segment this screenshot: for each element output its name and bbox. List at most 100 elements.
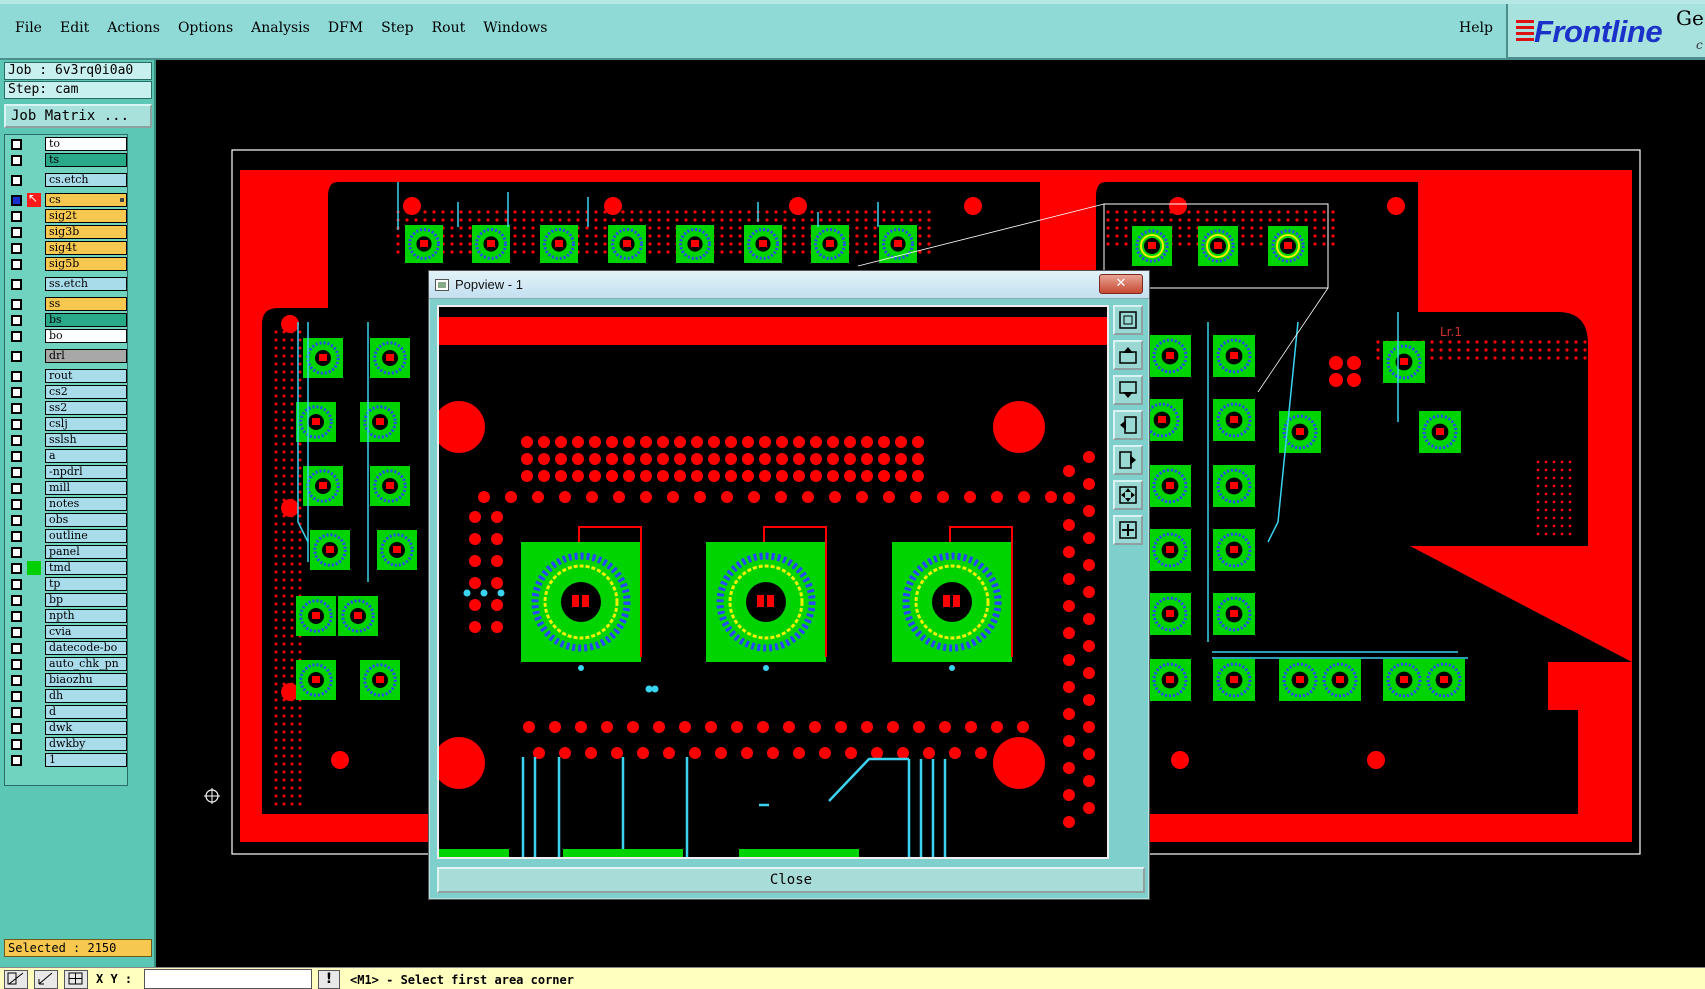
layer-row[interactable]: ss2: [7, 401, 127, 415]
layer-checkbox[interactable]: [11, 707, 22, 718]
layer-name[interactable]: sig5b: [45, 257, 127, 271]
layer-row[interactable]: obs: [7, 513, 127, 527]
measure-mode-icon[interactable]: [34, 970, 58, 989]
layer-checkbox[interactable]: [11, 351, 22, 362]
layer-checkbox[interactable]: [11, 595, 22, 606]
layer-name[interactable]: ss2: [45, 401, 127, 415]
layer-affected-marker[interactable]: [27, 465, 41, 479]
layer-affected-marker[interactable]: [27, 753, 41, 767]
layer-affected-marker[interactable]: [27, 721, 41, 735]
layer-row[interactable]: sslsh: [7, 433, 127, 447]
menu-edit[interactable]: Edit: [51, 20, 98, 36]
layer-row[interactable]: d: [7, 705, 127, 719]
layer-row[interactable]: auto_chk_pn: [7, 657, 127, 671]
layer-name[interactable]: dh: [45, 689, 127, 703]
layer-row[interactable]: cs2: [7, 385, 127, 399]
layer-row[interactable]: cs.etch: [7, 173, 127, 187]
layer-affected-marker[interactable]: [27, 641, 41, 655]
layer-row[interactable]: a: [7, 449, 127, 463]
layer-name[interactable]: d: [45, 705, 127, 719]
layer-checkbox[interactable]: [11, 403, 22, 414]
layer-checkbox[interactable]: [11, 755, 22, 766]
layer-name[interactable]: rout: [45, 369, 127, 383]
layer-affected-marker[interactable]: [27, 561, 41, 575]
layer-checkbox[interactable]: [11, 279, 22, 290]
grid-snap-icon[interactable]: [64, 970, 88, 989]
zoom-home-button[interactable]: [1113, 305, 1143, 335]
layer-name[interactable]: panel: [45, 545, 127, 559]
layer-checkbox[interactable]: [11, 611, 22, 622]
layer-name[interactable]: sig3b: [45, 225, 127, 239]
layer-row[interactable]: ts: [7, 153, 127, 167]
layer-row[interactable]: bs: [7, 313, 127, 327]
layer-affected-marker[interactable]: [27, 449, 41, 463]
popview-zoom-view[interactable]: [437, 305, 1109, 859]
layer-checkbox[interactable]: [11, 691, 22, 702]
layer-row[interactable]: to: [7, 137, 127, 151]
layer-affected-marker[interactable]: [27, 625, 41, 639]
layer-row[interactable]: sig5b: [7, 257, 127, 271]
layer-name[interactable]: biaozhu: [45, 673, 127, 687]
layer-checkbox[interactable]: [11, 139, 22, 150]
menu-actions[interactable]: Actions: [98, 20, 169, 36]
pan-down-button[interactable]: [1113, 375, 1143, 405]
layer-affected-marker[interactable]: [27, 545, 41, 559]
layer-name[interactable]: ss.etch: [45, 277, 127, 291]
layer-row[interactable]: cvia: [7, 625, 127, 639]
layer-name[interactable]: ss: [45, 297, 127, 311]
layer-row[interactable]: biaozhu: [7, 673, 127, 687]
layer-name[interactable]: tp: [45, 577, 127, 591]
layer-row[interactable]: sig2t: [7, 209, 127, 223]
layer-affected-marker[interactable]: [27, 593, 41, 607]
layer-name[interactable]: cvia: [45, 625, 127, 639]
layer-affected-marker[interactable]: [27, 297, 41, 311]
layer-name[interactable]: sig4t: [45, 241, 127, 255]
layer-checkbox[interactable]: [11, 675, 22, 686]
layer-checkbox[interactable]: [11, 723, 22, 734]
layer-affected-marker[interactable]: [27, 137, 41, 151]
popview-titlebar[interactable]: Popview - 1 ✕: [429, 271, 1149, 299]
layer-checkbox[interactable]: [11, 627, 22, 638]
layer-row[interactable]: ss.etch: [7, 277, 127, 291]
menu-options[interactable]: Options: [169, 20, 242, 36]
layer-affected-marker[interactable]: [27, 313, 41, 327]
layer-checkbox[interactable]: [11, 387, 22, 398]
layer-row[interactable]: npth: [7, 609, 127, 623]
layer-row[interactable]: cs: [7, 191, 127, 207]
layer-name[interactable]: drl: [45, 349, 127, 363]
layer-checkbox[interactable]: [11, 435, 22, 446]
layer-row[interactable]: dwk: [7, 721, 127, 735]
layer-name[interactable]: outline: [45, 529, 127, 543]
layer-row[interactable]: drl: [7, 349, 127, 363]
layer-name[interactable]: notes: [45, 497, 127, 511]
menu-windows[interactable]: Windows: [474, 20, 556, 36]
layer-checkbox[interactable]: [11, 643, 22, 654]
layer-name[interactable]: tmd: [45, 561, 127, 575]
layer-checkbox[interactable]: [11, 175, 22, 186]
pan-up-button[interactable]: [1113, 340, 1143, 370]
layer-row[interactable]: sig3b: [7, 225, 127, 239]
layer-affected-marker[interactable]: [27, 737, 41, 751]
layer-affected-marker[interactable]: [27, 401, 41, 415]
layer-name[interactable]: npth: [45, 609, 127, 623]
layer-checkbox[interactable]: [11, 155, 22, 166]
work-layer-icon[interactable]: [27, 191, 41, 207]
close-icon[interactable]: ✕: [1099, 274, 1143, 294]
layer-name[interactable]: to: [45, 137, 127, 151]
layer-checkbox[interactable]: [11, 299, 22, 310]
menu-step[interactable]: Step: [372, 20, 422, 36]
layer-affected-marker[interactable]: [27, 609, 41, 623]
layer-affected-marker[interactable]: [27, 329, 41, 343]
menu-help[interactable]: Help: [1450, 20, 1502, 36]
layer-affected-marker[interactable]: [27, 481, 41, 495]
layer-affected-marker[interactable]: [27, 689, 41, 703]
layer-checkbox[interactable]: [11, 451, 22, 462]
layer-checkbox[interactable]: [11, 315, 22, 326]
layer-row[interactable]: cslj: [7, 417, 127, 431]
layer-row[interactable]: notes: [7, 497, 127, 511]
layer-affected-marker[interactable]: [27, 497, 41, 511]
layer-affected-marker[interactable]: [27, 349, 41, 363]
layer-affected-marker[interactable]: [27, 705, 41, 719]
layer-name[interactable]: dwk: [45, 721, 127, 735]
menu-file[interactable]: File: [6, 20, 51, 36]
